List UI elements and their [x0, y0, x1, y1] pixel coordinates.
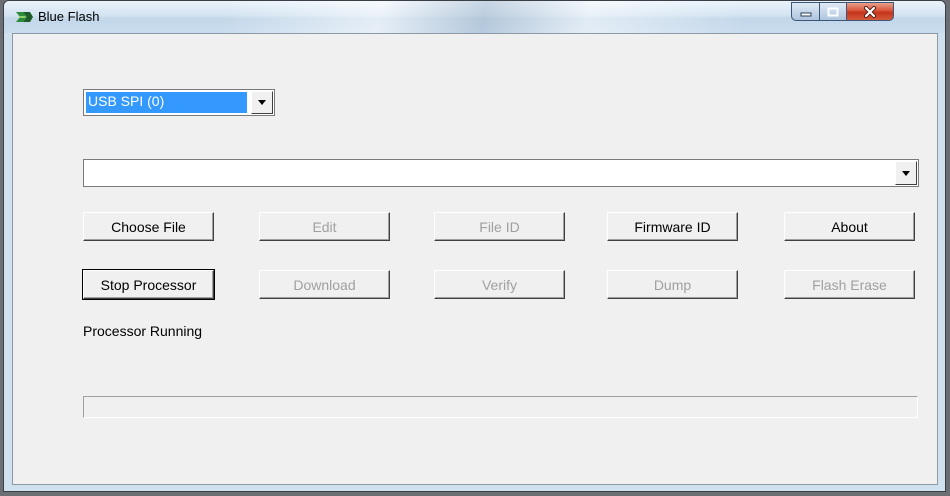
window-title: Blue Flash [38, 9, 100, 24]
app-window: Blue Flash USB SPI (0) Choose File Edit … [3, 0, 946, 492]
close-button[interactable] [846, 2, 894, 21]
choose-file-button[interactable]: Choose File [83, 212, 214, 241]
stop-processor-button[interactable]: Stop Processor [82, 269, 215, 300]
interface-select-value: USB SPI (0) [86, 92, 247, 113]
edit-button[interactable]: Edit [259, 212, 390, 241]
minimize-icon [800, 12, 811, 16]
chevron-down-icon [902, 170, 910, 176]
chevron-down-icon [258, 100, 266, 105]
verify-button[interactable]: Verify [434, 270, 565, 299]
file-select-dropdown-button[interactable] [895, 161, 917, 185]
client-area: USB SPI (0) Choose File Edit File ID Fir… [12, 33, 938, 485]
file-select-value [86, 162, 88, 184]
download-button[interactable]: Download [259, 270, 390, 299]
blue-flash-app-icon [16, 12, 33, 22]
status-text: Processor Running [83, 323, 203, 339]
dump-button[interactable]: Dump [607, 270, 738, 299]
progress-bar [83, 396, 918, 418]
minimize-button[interactable] [791, 2, 819, 21]
file-select[interactable] [83, 159, 919, 187]
interface-select[interactable]: USB SPI (0) [83, 89, 275, 116]
maximize-button[interactable] [819, 2, 846, 21]
firmware-id-button[interactable]: Firmware ID [607, 212, 738, 241]
close-icon [864, 5, 876, 18]
maximize-icon [827, 7, 839, 16]
flash-erase-button[interactable]: Flash Erase [784, 270, 915, 299]
title-bar[interactable]: Blue Flash [4, 1, 945, 33]
file-id-button[interactable]: File ID [434, 212, 565, 241]
title-bar-sheen [224, 1, 744, 33]
interface-select-dropdown-button[interactable] [251, 91, 273, 114]
about-button[interactable]: About [784, 212, 915, 241]
